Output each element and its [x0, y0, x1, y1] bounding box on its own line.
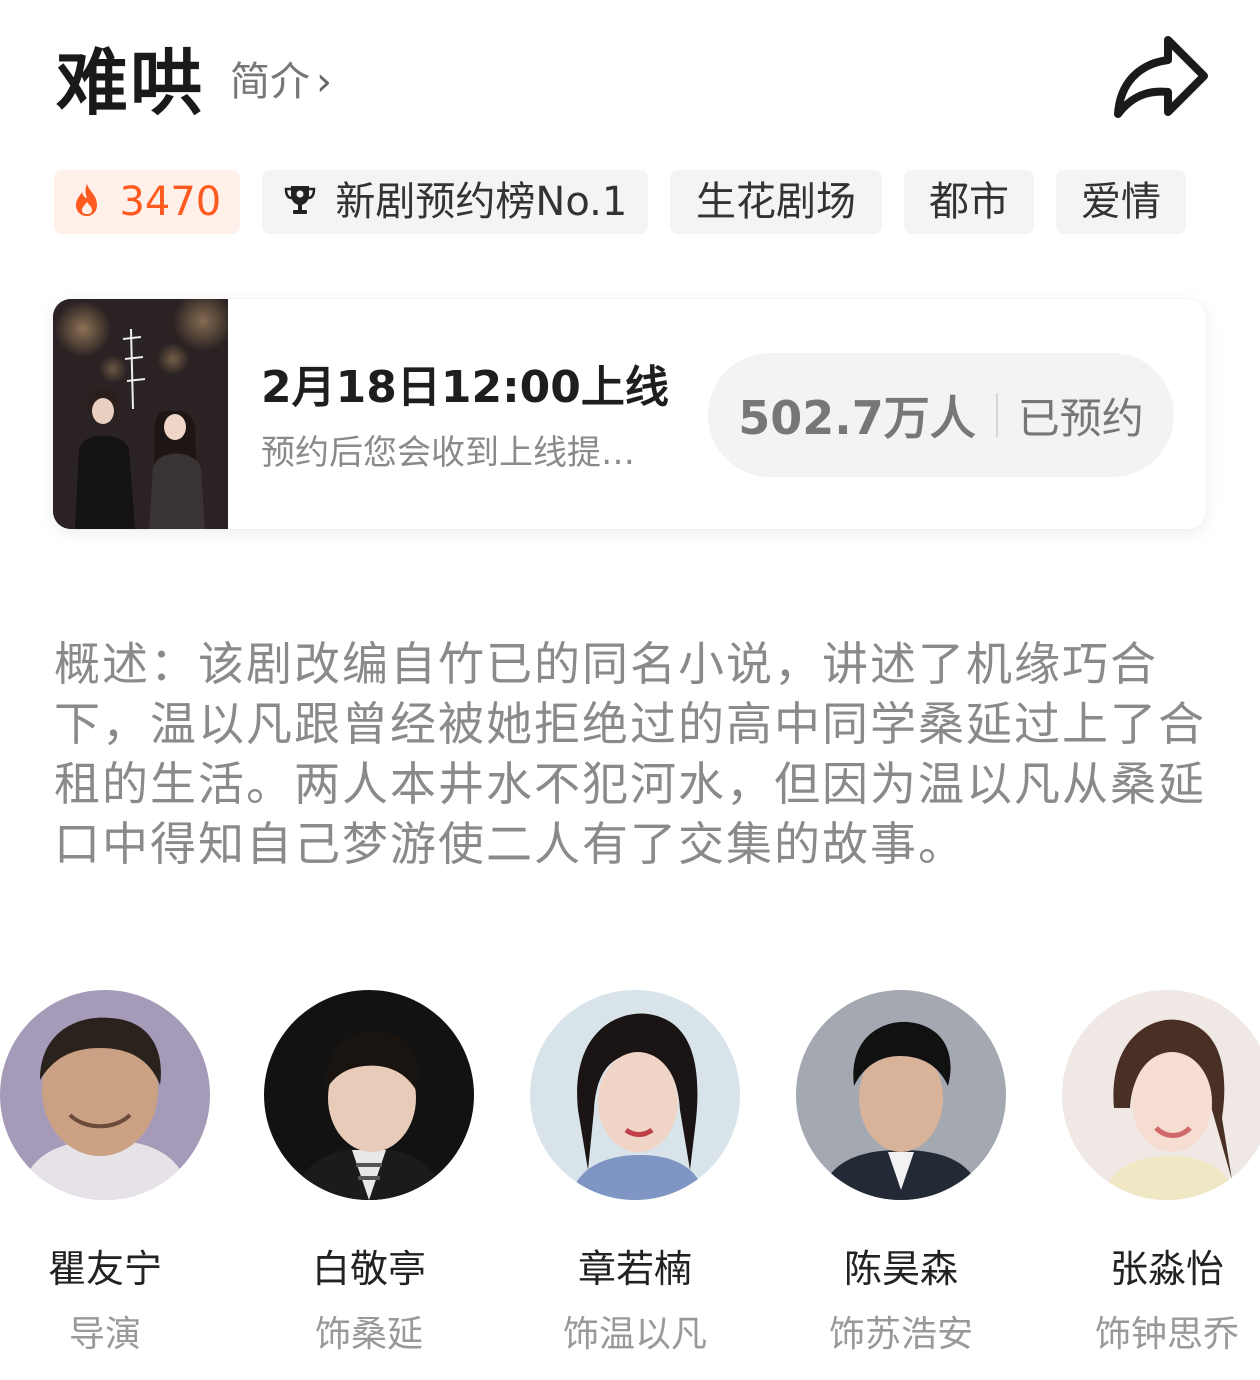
- tag-romance-label: 爱情: [1081, 179, 1161, 225]
- cast-member[interactable]: 章若楠 饰温以凡: [530, 990, 740, 1357]
- reserve-status: 已预约: [1017, 393, 1144, 443]
- cast-member[interactable]: 陈昊森 饰苏浩安: [796, 990, 1006, 1357]
- drama-poster[interactable]: [53, 299, 228, 529]
- ranking-tag[interactable]: 新剧预约榜No.1: [262, 170, 648, 234]
- cast-role: 饰钟思乔: [1094, 1314, 1239, 1355]
- avatar: [530, 990, 740, 1200]
- heat-value: 3470: [119, 179, 222, 225]
- cast-role: 饰苏浩安: [828, 1314, 973, 1355]
- cast-member[interactable]: 瞿友宁 导演: [0, 990, 210, 1357]
- cast-name: 章若楠: [577, 1247, 692, 1291]
- cast-name: 张淼怡: [1109, 1247, 1224, 1291]
- heat-tag[interactable]: 3470: [54, 170, 240, 234]
- intro-label: 简介: [230, 59, 310, 105]
- cast-role: 饰桑延: [314, 1314, 423, 1355]
- share-arrow-icon: [1114, 36, 1208, 118]
- avatar: [1062, 990, 1260, 1200]
- tag-theater-label: 生花剧场: [696, 179, 856, 225]
- cast-name: 瞿友宁: [47, 1247, 162, 1291]
- drama-detail-page: 难哄 简介 › 3470 新剧预约榜No.1 生花剧场 都市 爱情 2月18日1…: [0, 0, 1260, 1380]
- tag-urban-label: 都市: [929, 179, 1009, 225]
- avatar: [264, 990, 474, 1200]
- cast-role: 导演: [68, 1314, 141, 1355]
- drama-title: 难哄: [56, 41, 205, 125]
- reserve-count: 502.7万人: [738, 391, 976, 445]
- cast-name: 白敬亭: [311, 1247, 426, 1291]
- cast-role: 饰温以凡: [562, 1314, 707, 1355]
- premiere-subtitle: 预约后您会收到上线提…: [261, 433, 635, 473]
- avatar: [0, 990, 210, 1200]
- share-button[interactable]: [1110, 34, 1210, 124]
- intro-link[interactable]: 简介 ›: [230, 52, 332, 112]
- reserve-divider: [995, 393, 998, 437]
- chevron-right-icon: ›: [316, 59, 332, 105]
- premiere-card[interactable]: 2月18日12:00上线 预约后您会收到上线提… 502.7万人 已预约: [53, 299, 1206, 529]
- tag-romance[interactable]: 爱情: [1056, 170, 1186, 234]
- synopsis-text: 概述：该剧改编自竹已的同名小说，讲述了机缘巧合下，温以凡跟曾经被她拒绝过的高中同…: [54, 637, 1206, 871]
- ranking-label: 新剧预约榜No.1: [335, 179, 628, 225]
- flame-icon: [73, 172, 101, 236]
- trophy-icon: [283, 172, 317, 236]
- avatar: [796, 990, 1006, 1200]
- cast-name: 陈昊森: [843, 1247, 958, 1291]
- cast-member[interactable]: 白敬亭 饰桑延: [264, 990, 474, 1357]
- cast-list: 瞿友宁 导演 白敬亭 饰桑延 章若楠 饰温以凡 陈昊森 饰苏浩安 张淼怡 饰钟思…: [0, 990, 1260, 1370]
- tag-theater[interactable]: 生花剧场: [670, 170, 882, 234]
- cast-member[interactable]: 张淼怡 饰钟思乔: [1062, 990, 1260, 1357]
- premiere-date: 2月18日12:00上线: [261, 362, 669, 413]
- reserve-button[interactable]: 502.7万人 已预约: [708, 353, 1174, 477]
- tag-urban[interactable]: 都市: [904, 170, 1034, 234]
